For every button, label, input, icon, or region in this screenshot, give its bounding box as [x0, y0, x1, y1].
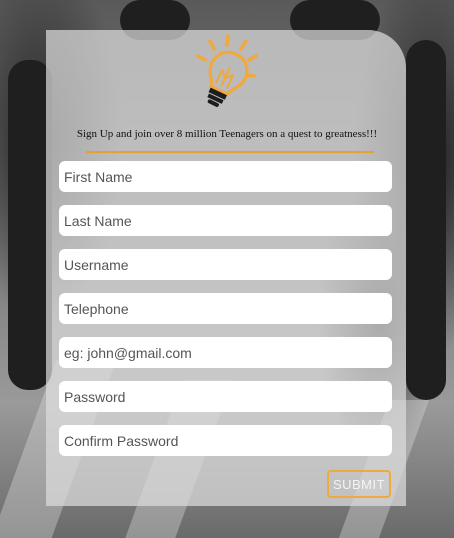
email-input[interactable] — [59, 337, 392, 368]
first-name-input[interactable] — [59, 161, 392, 192]
divider — [86, 151, 374, 153]
password-input[interactable] — [59, 381, 392, 412]
signup-tagline: Sign Up and join over 8 million Teenager… — [76, 128, 378, 140]
last-name-input[interactable] — [59, 205, 392, 236]
username-input[interactable] — [59, 249, 392, 280]
submit-button[interactable]: SUBMIT — [327, 470, 391, 498]
lightbulb-icon — [196, 34, 258, 107]
confirm-password-input[interactable] — [59, 425, 392, 456]
telephone-input[interactable] — [59, 293, 392, 324]
